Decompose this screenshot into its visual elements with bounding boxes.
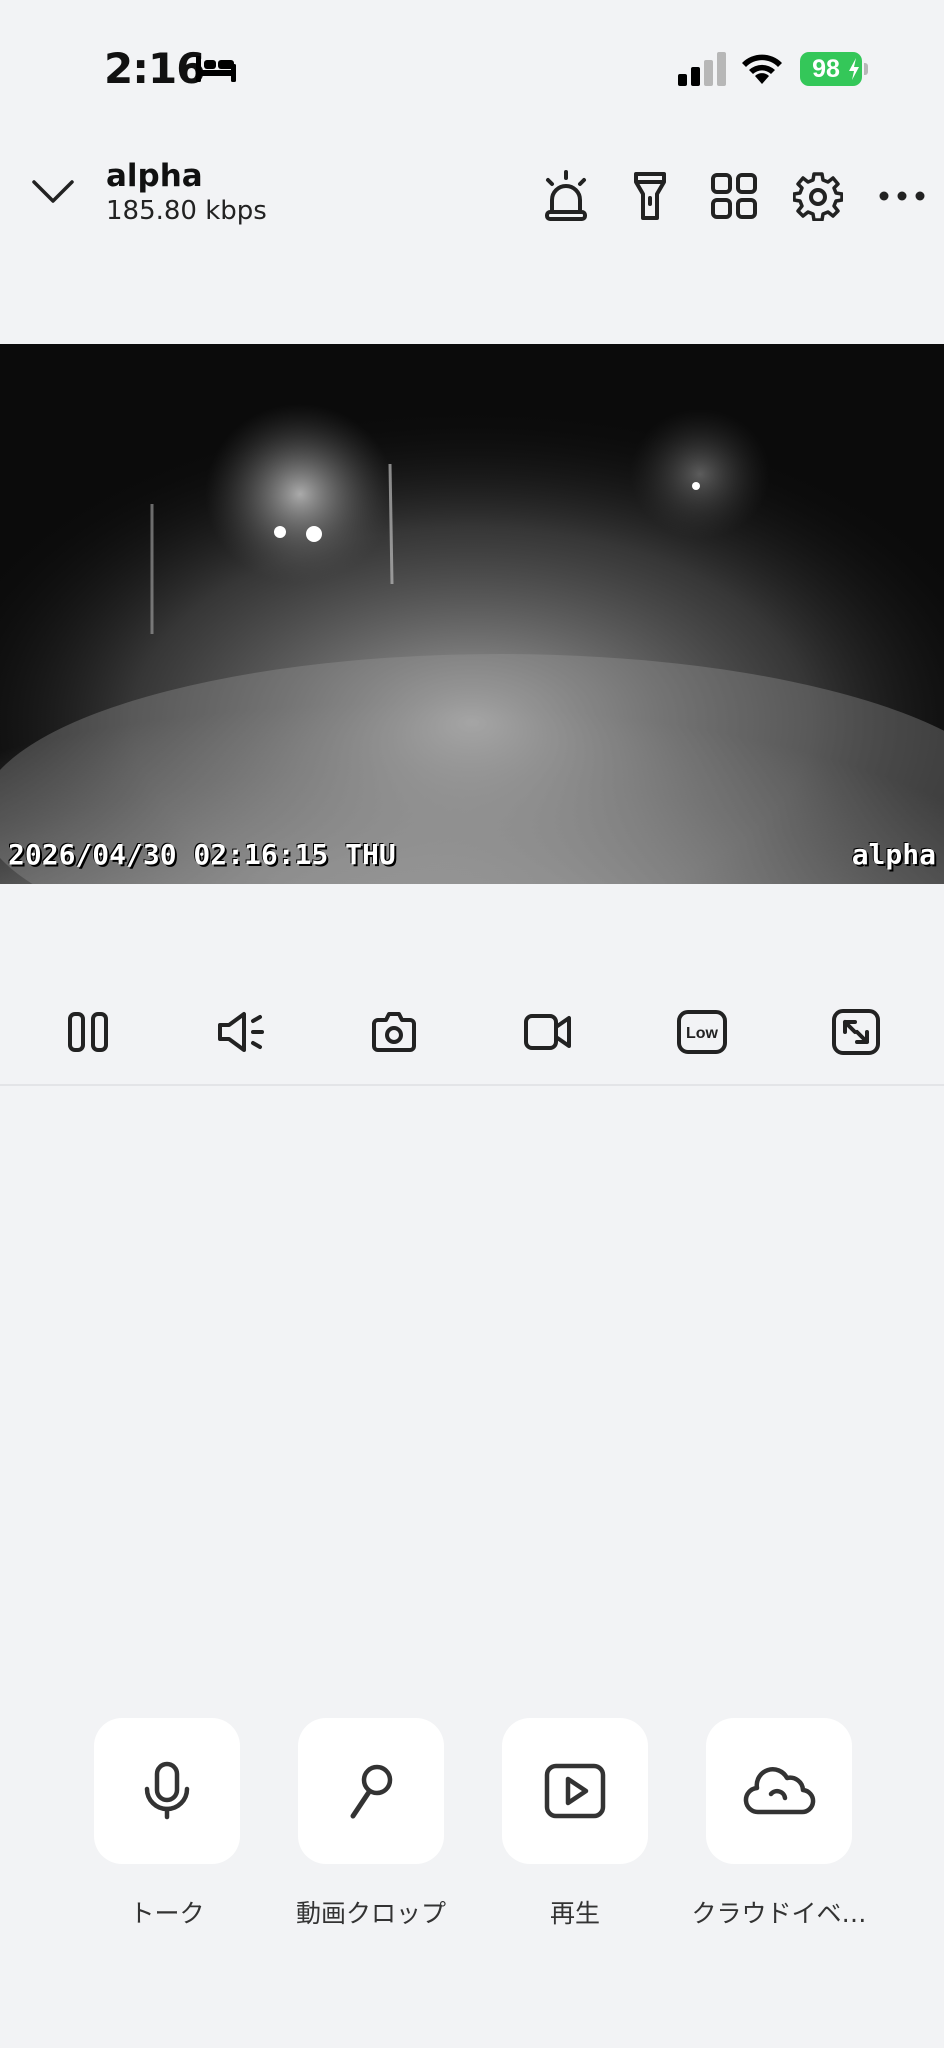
- grid-icon[interactable]: [706, 168, 762, 224]
- playback-button[interactable]: [502, 1718, 648, 1864]
- device-name: alpha: [106, 158, 203, 194]
- talk-action[interactable]: トーク: [94, 1718, 240, 1928]
- playback-controls: Low: [0, 990, 944, 1086]
- play-icon: [544, 1763, 606, 1819]
- status-bar: 2:16 98: [0, 0, 944, 140]
- cloud-event-button[interactable]: [706, 1718, 852, 1864]
- chevron-down-icon[interactable]: [30, 176, 76, 208]
- wifi-icon: [742, 54, 782, 84]
- siren-icon[interactable]: [538, 168, 594, 224]
- video-crop-label: 動画クロップ: [295, 1899, 446, 1928]
- video-record-icon[interactable]: [518, 1002, 578, 1062]
- camera-icon[interactable]: [364, 1002, 424, 1062]
- cloud-event-action[interactable]: クラウドイベ…: [691, 1718, 867, 1928]
- talk-label: トーク: [129, 1899, 205, 1928]
- battery-level: 98: [812, 55, 840, 83]
- low-quality-icon[interactable]: Low: [672, 1002, 732, 1062]
- fullscreen-icon[interactable]: [826, 1002, 886, 1062]
- low-quality-text: Low: [686, 1025, 719, 1042]
- speaker-icon[interactable]: [212, 1002, 272, 1062]
- cloud-event-label: クラウドイベ…: [691, 1899, 867, 1928]
- live-video[interactable]: 2026/04/30 02:16:15 THU alpha: [0, 344, 944, 884]
- playback-action[interactable]: 再生: [502, 1718, 648, 1928]
- cloud-icon: [743, 1767, 816, 1815]
- battery-icon: 98: [800, 52, 868, 86]
- camera-header: alpha 185.80 kbps: [0, 140, 944, 260]
- flashlight-icon[interactable]: [622, 168, 678, 224]
- talk-button[interactable]: [94, 1718, 240, 1864]
- bitrate: 185.80 kbps: [106, 196, 267, 226]
- pause-icon[interactable]: [58, 1002, 118, 1062]
- more-icon[interactable]: [874, 168, 930, 224]
- status-time: 2:16: [104, 44, 205, 93]
- gear-icon[interactable]: [790, 168, 846, 224]
- microphone-icon: [144, 1761, 190, 1820]
- bed-icon: [196, 56, 236, 82]
- magnifier-icon: [350, 1764, 393, 1819]
- signal-icon: [678, 52, 726, 86]
- video-camera-label: alpha: [851, 838, 936, 871]
- video-timestamp: 2026/04/30 02:16:15 THU: [8, 838, 396, 871]
- video-frame: [0, 344, 944, 884]
- playback-label: 再生: [549, 1899, 600, 1928]
- video-crop-action[interactable]: 動画クロップ: [296, 1718, 446, 1928]
- video-crop-button[interactable]: [298, 1718, 444, 1864]
